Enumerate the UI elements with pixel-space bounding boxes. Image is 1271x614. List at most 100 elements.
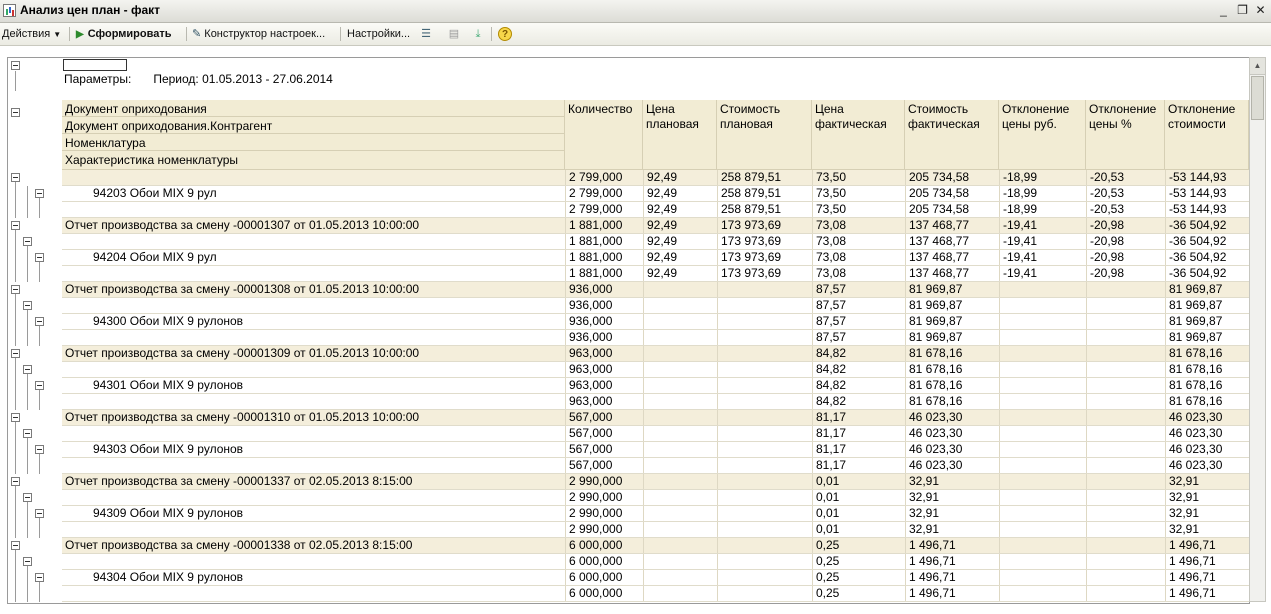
table-row[interactable]: 567,000 81,17 46 023,30 46 023,30: [62, 426, 1249, 442]
generate-button[interactable]: ▶ Сформировать: [76, 26, 172, 42]
table-row[interactable]: Отчет производства за смену -00001308 от…: [62, 282, 1249, 298]
collapse-toggle-icon[interactable]: [23, 493, 32, 502]
column-header: Цена плановая: [643, 100, 717, 170]
table-cell: 81,17: [812, 426, 905, 441]
table-cell: 963,000: [565, 394, 643, 409]
table-cell: -19,41: [999, 250, 1086, 265]
collapse-toggle-icon[interactable]: [11, 413, 20, 422]
table-row[interactable]: 94304 Обои MIX 9 рулонов 6 000,000 0,25 1 4…: [62, 570, 1249, 586]
filter-icon[interactable]: ☰: [418, 26, 434, 42]
table-row[interactable]: 936,000 87,57 81 969,87 81 969,87: [62, 298, 1249, 314]
collapse-toggle-icon[interactable]: [35, 381, 44, 390]
collapse-toggle-icon[interactable]: [11, 285, 20, 294]
row-label: 94204 Обои MIX 9 рул: [93, 250, 217, 264]
table-cell: 2 990,000: [565, 490, 643, 505]
table-row[interactable]: 936,000 87,57 81 969,87 81 969,87: [62, 330, 1249, 346]
report-sheet[interactable]: Параметры: Период: 01.05.2013 - 27.06.201…: [7, 57, 1250, 604]
table-row[interactable]: 2 799,000 92,49 258 879,51 73,50 205 734,58-…: [62, 202, 1249, 218]
collapse-toggle-icon[interactable]: [11, 349, 20, 358]
table-row[interactable]: Отчет производства за смену -00001309 от…: [62, 346, 1249, 362]
table-cell: [1086, 378, 1165, 393]
table-cell: [999, 426, 1086, 441]
table-row[interactable]: 2 990,000 0,01 32,91 32,91: [62, 490, 1249, 506]
collapse-toggle-icon[interactable]: [11, 221, 20, 230]
table-row[interactable]: 94301 Обои MIX 9 рулонов 963,000 84,82 81 6…: [62, 378, 1249, 394]
collapse-toggle-icon[interactable]: [23, 365, 32, 374]
column-header-label: Стоимость фактическая: [908, 102, 980, 131]
report-parameters: Параметры: Период: 01.05.2013 - 27.06.201…: [64, 72, 333, 86]
scroll-thumb[interactable]: [1251, 76, 1264, 120]
table-row[interactable]: 94204 Обои MIX 9 рул 1 881,000 92,49 173 97…: [62, 250, 1249, 266]
table-cell: 1 881,000: [565, 266, 643, 281]
collapse-toggle-icon[interactable]: [23, 557, 32, 566]
table-cell: [1086, 330, 1165, 345]
table-row[interactable]: 94300 Обои MIX 9 рулонов 936,000 87,57 81 9…: [62, 314, 1249, 330]
vertical-scrollbar[interactable]: ▲: [1249, 57, 1266, 602]
table-cell: 173 973,69: [717, 234, 812, 249]
tree-line: [15, 458, 16, 474]
table-cell: [999, 538, 1086, 553]
table-cell: 81 969,87: [905, 330, 999, 345]
collapse-toggle-icon[interactable]: [35, 189, 44, 198]
table-cell: [643, 282, 717, 297]
table-row[interactable]: 94309 Обои MIX 9 рулонов 2 990,000 0,01 32,…: [62, 506, 1249, 522]
table-cell: 6 000,000: [565, 554, 643, 569]
table-cell: -36 504,92: [1165, 218, 1249, 233]
table-row[interactable]: Отчет производства за смену -00001307 от…: [62, 218, 1249, 234]
table-cell: 1 496,71: [905, 570, 999, 585]
save-settings-icon[interactable]: ▤: [446, 26, 462, 42]
table-cell: [643, 538, 717, 553]
constructor-button[interactable]: ✎ Конструктор настроек...: [192, 26, 325, 42]
collapse-toggle-icon[interactable]: [35, 445, 44, 454]
collapse-toggle-icon[interactable]: [35, 573, 44, 582]
table-row[interactable]: 6 000,000 0,25 1 496,71 1 496,71: [62, 554, 1249, 570]
table-row[interactable]: 1 881,000 92,49 173 973,69 73,08 137 468,77-…: [62, 266, 1249, 282]
actions-menu[interactable]: Действия ▼: [2, 26, 61, 42]
collapse-toggle-icon[interactable]: [23, 301, 32, 310]
table-row[interactable]: Отчет производства за смену -00001337 от…: [62, 474, 1249, 490]
collapse-toggle-icon[interactable]: [23, 237, 32, 246]
table-row[interactable]: 963,000 84,82 81 678,16 81 678,16: [62, 394, 1249, 410]
collapse-toggle-icon[interactable]: [23, 429, 32, 438]
table-cell: 73,08: [812, 218, 905, 233]
minimize-button[interactable]: _: [1216, 3, 1231, 18]
close-button[interactable]: ✕: [1253, 3, 1268, 18]
table-row[interactable]: Отчет производства за смену -00001310 от…: [62, 410, 1249, 426]
column-header: Стоимость фактическая: [905, 100, 999, 170]
collapse-toggle-icon[interactable]: [11, 173, 20, 182]
table-cell: 2 990,000: [565, 474, 643, 489]
help-icon[interactable]: ?: [498, 27, 512, 41]
table-cell: -36 504,92: [1165, 250, 1249, 265]
table-row[interactable]: 94303 Обои MIX 9 рулонов 567,000 81,17 46 0…: [62, 442, 1249, 458]
table-cell: [643, 298, 717, 313]
table-row[interactable]: 2 799,000 92,49 258 879,51 73,50 205 734,58-…: [62, 170, 1249, 186]
table-cell: [717, 522, 812, 537]
table-cell: -19,41: [999, 266, 1086, 281]
table-cell: [1086, 346, 1165, 361]
collapse-toggle-icon[interactable]: [35, 253, 44, 262]
table-cell: 0,01: [812, 474, 905, 489]
table-row[interactable]: 94203 Обои MIX 9 рул 2 799,000 92,49 258 87…: [62, 186, 1249, 202]
collapse-toggle-icon[interactable]: [35, 317, 44, 326]
table-row[interactable]: 963,000 84,82 81 678,16 81 678,16: [62, 362, 1249, 378]
tree-line: [15, 234, 16, 250]
table-row[interactable]: 1 881,000 92,49 173 973,69 73,08 137 468,77-…: [62, 234, 1249, 250]
collapse-toggle-icon[interactable]: [11, 61, 20, 70]
table-row[interactable]: 6 000,000 0,25 1 496,71 1 496,71: [62, 586, 1249, 602]
table-cell: 73,08: [812, 234, 905, 249]
column-header-label: Отклонение цены руб.: [1002, 102, 1070, 131]
restore-button[interactable]: ❐: [1235, 3, 1250, 18]
table-cell: [717, 282, 812, 297]
table-row[interactable]: 567,000 81,17 46 023,30 46 023,30: [62, 458, 1249, 474]
collapse-toggle-icon[interactable]: [35, 509, 44, 518]
collapse-toggle-icon[interactable]: [11, 108, 20, 117]
tree-line: [15, 362, 16, 378]
scroll-up-icon[interactable]: ▲: [1250, 58, 1265, 75]
table-row[interactable]: 2 990,000 0,01 32,91 32,91: [62, 522, 1249, 538]
table-cell: 0,25: [812, 570, 905, 585]
collapse-toggle-icon[interactable]: [11, 477, 20, 486]
collapse-toggle-icon[interactable]: [11, 541, 20, 550]
load-settings-icon[interactable]: ⤓: [470, 26, 486, 42]
settings-button[interactable]: Настройки...: [347, 26, 410, 42]
table-row[interactable]: Отчет производства за смену -00001338 от…: [62, 538, 1249, 554]
